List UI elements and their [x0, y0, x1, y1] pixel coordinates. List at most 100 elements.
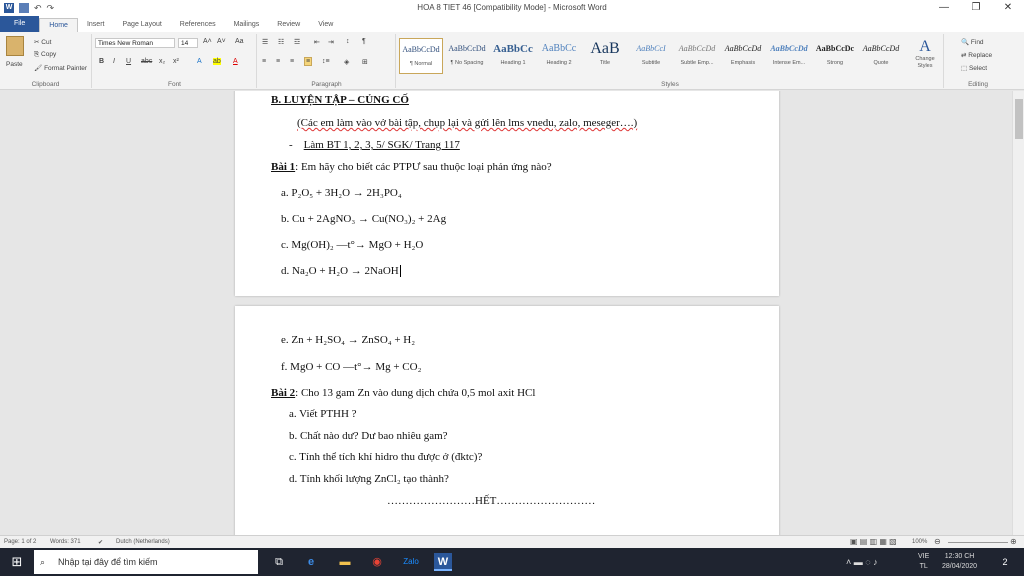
style-heading-1[interactable]: AaBbCc Heading 1: [491, 38, 535, 74]
style-quote[interactable]: AaBbCcDd Quote: [859, 38, 903, 74]
cut-button[interactable]: ✂ Cut: [34, 38, 51, 46]
input-language[interactable]: VIE TL: [918, 552, 929, 572]
system-tray-icons[interactable]: ˄ ▬ ◌ ♪: [846, 557, 878, 567]
style-emphasis[interactable]: AaBbCcDd Emphasis: [721, 38, 765, 74]
exercise-2-item-d: d. Tính khối lượng ZnCl₂ tạo thành?: [289, 473, 449, 485]
format-painter-button[interactable]: 🖌 Format Painter: [34, 64, 87, 72]
find-button[interactable]: 🔍 Find: [961, 38, 984, 46]
tab-page-layout[interactable]: Page Layout: [113, 18, 170, 32]
align-right-icon[interactable]: ≡: [290, 58, 294, 65]
redo-icon[interactable]: ↷: [47, 3, 55, 14]
view-buttons[interactable]: ▣ ▤ ▥ ▦ ▧: [850, 537, 897, 546]
tab-view[interactable]: View: [309, 18, 342, 32]
italic-icon[interactable]: I: [113, 58, 115, 65]
save-icon[interactable]: [19, 3, 29, 13]
select-button[interactable]: ⬚ Select: [961, 64, 987, 72]
style-heading-2[interactable]: AaBbCc Heading 2: [537, 38, 581, 74]
word-count[interactable]: Words: 371: [50, 539, 81, 545]
line-spacing-icon[interactable]: ↕≡: [322, 58, 330, 65]
style-strong[interactable]: AaBbCcDc Strong: [813, 38, 857, 74]
tab-review[interactable]: Review: [268, 18, 309, 32]
file-explorer-icon[interactable]: ▬: [336, 553, 354, 571]
replace-button[interactable]: ⇄ Replace: [961, 51, 992, 59]
proofing-icon[interactable]: ✔: [98, 539, 103, 546]
taskbar-search[interactable]: ⌕ Nhập tại đây để tìm kiếm: [34, 550, 258, 574]
style-no-spacing[interactable]: AaBbCcDd ¶ No Spacing: [445, 38, 489, 74]
underline-icon[interactable]: U: [126, 58, 131, 65]
ribbon: Paste ✂ Cut ⎘ Copy 🖌 Format Painter Clip…: [0, 32, 1024, 90]
show-marks-icon[interactable]: ¶: [362, 38, 366, 45]
zoom-out-icon[interactable]: ⊖: [934, 537, 941, 546]
page-count[interactable]: Page: 1 of 2: [4, 539, 36, 545]
ribbon-tabs: File Home Insert Page Layout References …: [0, 16, 1024, 32]
style-title[interactable]: AaB Title: [583, 38, 627, 74]
paragraph-label: Paragraph: [311, 81, 342, 88]
windows-start-icon[interactable]: ⊞: [8, 553, 26, 571]
grow-font-icon[interactable]: A˄: [203, 38, 212, 45]
zalo-icon[interactable]: Zalo: [402, 553, 420, 571]
chrome-icon[interactable]: ◉: [368, 553, 386, 571]
close-button[interactable]: ✕: [992, 0, 1024, 16]
subscript-icon[interactable]: x₂: [159, 58, 165, 65]
increase-indent-icon[interactable]: ⇥: [328, 38, 334, 46]
status-bar: Page: 1 of 2 Words: 371 ✔ Dutch (Netherl…: [0, 535, 1024, 548]
maximize-button[interactable]: ❐: [960, 0, 992, 16]
font-name-select[interactable]: Times New Roman: [95, 38, 175, 48]
edge-icon[interactable]: e: [302, 553, 320, 571]
decrease-indent-icon[interactable]: ⇤: [314, 38, 320, 46]
align-center-icon[interactable]: ≡: [276, 58, 280, 65]
font-size-select[interactable]: 14: [178, 38, 198, 48]
tab-file[interactable]: File: [0, 16, 40, 32]
style-subtle-emphasis[interactable]: AaBbCcDd Subtle Emp...: [675, 38, 719, 74]
exercise-1-prompt: Bài 1: Em hãy cho biết các PTPƯ sau thuộ…: [271, 161, 552, 173]
notification-center-icon[interactable]: 2: [996, 553, 1014, 571]
style-intense-emphasis[interactable]: AaBbCcDd Intense Em...: [767, 38, 811, 74]
highlight-icon[interactable]: ab: [213, 58, 221, 65]
shading-icon[interactable]: ◈: [344, 58, 349, 66]
tab-mailings[interactable]: Mailings: [225, 18, 269, 32]
paste-button[interactable]: Paste: [6, 61, 23, 68]
change-case-icon[interactable]: Aa: [235, 38, 244, 45]
task-view-icon[interactable]: ⧉: [270, 553, 288, 571]
copy-button[interactable]: ⎘ Copy: [34, 51, 56, 59]
paste-icon[interactable]: [6, 36, 24, 56]
minimize-button[interactable]: —: [928, 0, 960, 16]
exercise-2-prompt: Bài 2: Cho 13 gam Zn vào dung dịch chứa …: [271, 387, 536, 399]
align-left-icon[interactable]: ≡: [262, 58, 266, 65]
style-normal[interactable]: AaBbCcDd ¶ Normal: [399, 38, 443, 74]
search-icon: ⌕: [40, 557, 46, 567]
font-color-icon[interactable]: A: [233, 58, 238, 65]
document-area[interactable]: B. LUYỆN TẬP – CỦNG CỐ (Các em làm vào v…: [0, 91, 1012, 535]
style-subtitle[interactable]: AaBbCcI Subtitle: [629, 38, 673, 74]
paragraph-group: ☰ ☷ ☲ ⇤ ⇥ ↕ ¶ ≡ ≡ ≡ ≡ ↕≡ ◈ ⊞ Paragraph: [258, 34, 396, 88]
strikethrough-icon[interactable]: abc: [141, 58, 152, 65]
text-effects-icon[interactable]: A: [197, 58, 202, 65]
bullets-icon[interactable]: ☰: [262, 38, 268, 46]
numbering-icon[interactable]: ☷: [278, 38, 284, 46]
word-taskbar-icon[interactable]: W: [434, 553, 452, 571]
vertical-scrollbar[interactable]: [1012, 91, 1024, 535]
justify-icon[interactable]: ≡: [304, 57, 313, 66]
clipboard-label: Clipboard: [31, 81, 60, 88]
tab-insert[interactable]: Insert: [78, 18, 114, 32]
page-2[interactable]: e. Zn + H₂SO₄ → ZnSO₄ + H₂ f. MgO + CO —…: [235, 306, 779, 535]
superscript-icon[interactable]: x²: [173, 58, 179, 65]
page-1[interactable]: B. LUYỆN TẬP – CỦNG CỐ (Các em làm vào v…: [235, 91, 779, 296]
clock[interactable]: 12:30 CH 28/04/2020: [942, 552, 977, 572]
language-indicator[interactable]: Dutch (Netherlands): [116, 539, 170, 545]
multilevel-list-icon[interactable]: ☲: [294, 38, 300, 46]
bold-icon[interactable]: B: [99, 58, 104, 65]
change-styles-button[interactable]: A Change Styles: [909, 38, 941, 70]
zoom-slider[interactable]: [948, 542, 1008, 543]
sort-icon[interactable]: ↕: [346, 38, 350, 45]
zoom-level[interactable]: 100%: [912, 539, 927, 545]
tab-home[interactable]: Home: [39, 18, 78, 32]
borders-icon[interactable]: ⊞: [362, 58, 368, 66]
tab-references[interactable]: References: [171, 18, 225, 32]
undo-icon[interactable]: ↶: [34, 3, 42, 14]
shrink-font-icon[interactable]: A˅: [217, 38, 226, 45]
scrollbar-thumb[interactable]: [1015, 99, 1023, 139]
title-bar: W ↶ ↷ HOA 8 TIET 46 [Compatibility Mode]…: [0, 0, 1024, 16]
zoom-in-icon[interactable]: ⊕: [1010, 537, 1017, 546]
text-cursor: [399, 265, 401, 277]
